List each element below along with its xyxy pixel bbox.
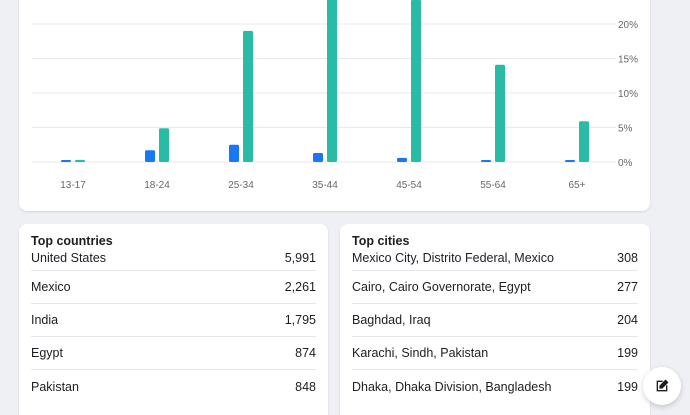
country-row: Pakistan 848 bbox=[31, 370, 316, 403]
y-tick-label: 5% bbox=[618, 124, 633, 135]
top-cities-list: Mexico City, Distrito Federal, Mexico 308… bbox=[352, 250, 638, 403]
country-name: United States bbox=[31, 251, 107, 265]
bar-55-64-teal bbox=[495, 64, 505, 162]
y-tick-label: 10% bbox=[618, 89, 638, 100]
x-tick-label: 45-54 bbox=[396, 180, 422, 191]
city-name: Karachi, Sindh, Pakistan bbox=[352, 346, 489, 360]
x-tick-label: 13-17 bbox=[60, 180, 86, 191]
country-value: 848 bbox=[295, 379, 316, 394]
city-name: Baghdad, Iraq bbox=[352, 313, 431, 327]
country-name: Mexico bbox=[31, 280, 71, 294]
city-row: Baghdad, Iraq 204 bbox=[352, 304, 638, 337]
country-value: 874 bbox=[295, 346, 316, 360]
bar-65+-blue bbox=[565, 160, 575, 162]
country-name: Pakistan bbox=[31, 379, 79, 394]
city-value: 277 bbox=[617, 280, 638, 294]
top-cities-title: Top cities bbox=[352, 234, 410, 248]
bar-18-24-teal bbox=[159, 128, 169, 162]
x-tick-label: 35-44 bbox=[312, 180, 338, 191]
country-value: 2,261 bbox=[284, 280, 316, 294]
y-tick-label: 0% bbox=[618, 158, 633, 169]
y-tick-label: 15% bbox=[618, 55, 638, 66]
top-countries-card: Top countries United States 5,991 Mexico 2… bbox=[19, 224, 328, 415]
country-row: Egypt 874 bbox=[31, 337, 316, 370]
edit-button[interactable] bbox=[643, 367, 681, 405]
bar-13-17-teal bbox=[75, 159, 85, 162]
city-row: Dhaka, Dhaka Division, Bangladesh 199 bbox=[352, 370, 638, 403]
country-name: Egypt bbox=[31, 346, 63, 360]
top-countries-list: United States 5,991 Mexico 2,261 India 1,79… bbox=[31, 250, 316, 403]
top-cities-card: Top cities Mexico City, Distrito Federal… bbox=[340, 224, 650, 415]
country-row: India 1,795 bbox=[31, 304, 316, 337]
bar-13-17-blue bbox=[61, 160, 71, 162]
bar-25-34-blue bbox=[229, 144, 239, 162]
city-value: 204 bbox=[617, 313, 638, 327]
city-row: Karachi, Sindh, Pakistan 199 bbox=[352, 337, 638, 370]
city-row: Mexico City, Distrito Federal, Mexico 308 bbox=[352, 250, 638, 271]
bar-35-44-teal bbox=[327, 0, 337, 162]
bar-55-64-blue bbox=[481, 160, 491, 162]
x-tick-label: 55-64 bbox=[480, 180, 506, 191]
x-tick-label: 18-24 bbox=[144, 180, 170, 191]
y-tick-label: 20% bbox=[618, 20, 638, 31]
edit-icon bbox=[656, 379, 669, 392]
city-value: 199 bbox=[617, 346, 638, 360]
bar-35-44-blue bbox=[313, 153, 323, 162]
bar-18-24-blue bbox=[145, 150, 155, 162]
country-row: United States 5,991 bbox=[31, 250, 316, 271]
bar-45-54-teal bbox=[411, 0, 421, 162]
bar-25-34-teal bbox=[243, 30, 253, 163]
age-gender-bar-chart: 0% 5% 10% 15% 20% 13-17 18-24 25-34 35-44 45-54 55… bbox=[32, 0, 638, 191]
city-name: Dhaka, Dhaka Division, Bangladesh bbox=[352, 379, 552, 394]
country-value: 5,991 bbox=[284, 251, 316, 265]
country-value: 1,795 bbox=[284, 313, 316, 327]
city-value: 308 bbox=[617, 251, 638, 265]
city-name: Mexico City, Distrito Federal, Mexico bbox=[352, 251, 554, 265]
age-gender-chart-card: 0% 5% 10% 15% 20% 13-17 18-24 25-34 35-44 45-54 55… bbox=[19, 0, 650, 211]
city-name: Cairo, Cairo Governorate, Egypt bbox=[352, 280, 531, 294]
top-countries-title: Top countries bbox=[31, 234, 113, 248]
city-row: Cairo, Cairo Governorate, Egypt 277 bbox=[352, 271, 638, 304]
country-name: India bbox=[31, 313, 59, 327]
bar-45-54-blue bbox=[397, 157, 407, 162]
x-tick-label: 25-34 bbox=[228, 180, 254, 191]
city-value: 199 bbox=[617, 379, 638, 394]
bar-65+-teal bbox=[579, 121, 589, 162]
x-tick-label: 65+ bbox=[569, 180, 586, 191]
country-row: Mexico 2,261 bbox=[31, 271, 316, 304]
